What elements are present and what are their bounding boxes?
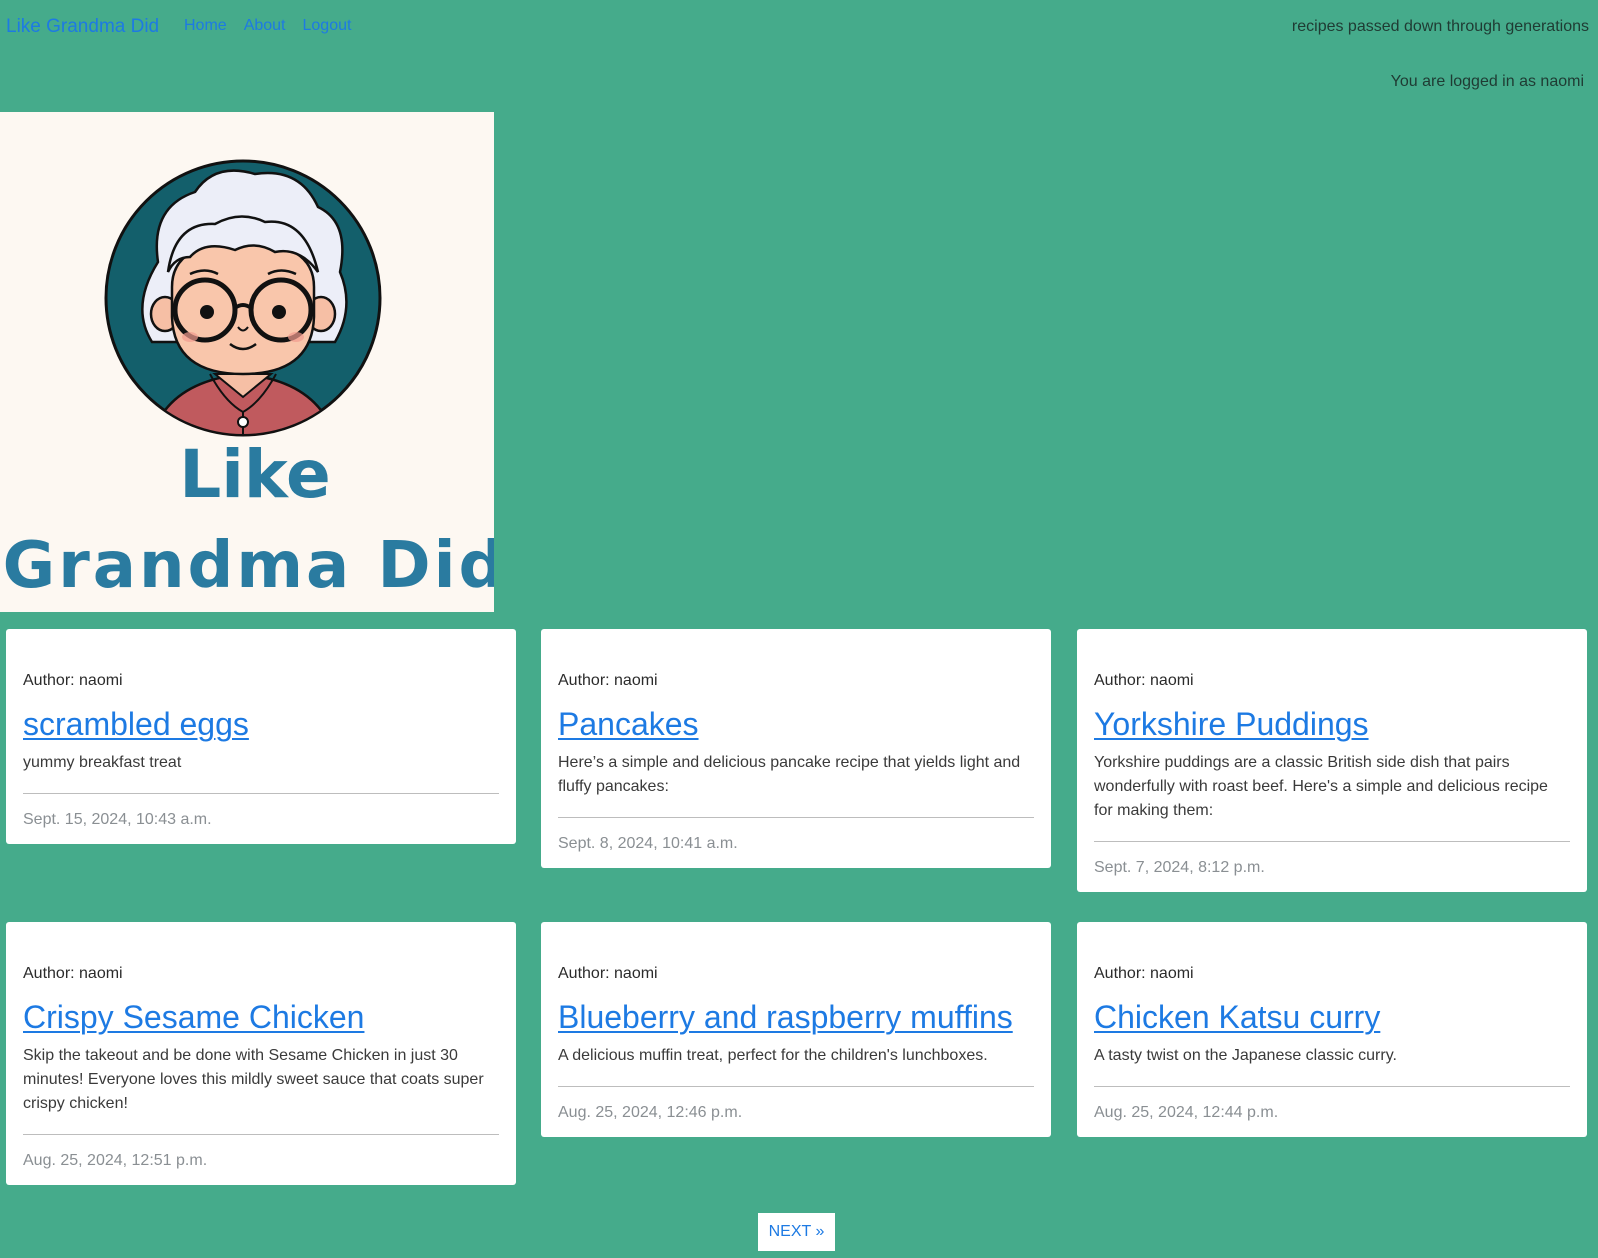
recipe-card: Author: naomi scrambled eggs yummy break…	[6, 629, 516, 844]
logo-text-line1: Like	[179, 436, 331, 513]
recipe-description: Here’s a simple and delicious pancake re…	[558, 754, 1021, 795]
recipe-date: Aug. 25, 2024, 12:44 p.m.	[1094, 1104, 1279, 1121]
recipe-title-link[interactable]: Chicken Katsu curry	[1094, 998, 1380, 1036]
recipe-author: Author: naomi	[558, 672, 658, 689]
card-divider	[558, 817, 1034, 818]
recipe-description: A tasty twist on the Japanese classic cu…	[1094, 1047, 1397, 1064]
recipe-date: Sept. 15, 2024, 10:43 a.m.	[23, 811, 212, 828]
next-page-button[interactable]: NEXT »	[758, 1213, 835, 1251]
recipe-author: Author: naomi	[23, 965, 123, 982]
nav-about-link[interactable]: About	[244, 17, 286, 35]
recipe-description: Yorkshire puddings are a classic British…	[1094, 754, 1548, 819]
recipe-title-link[interactable]: Pancakes	[558, 705, 699, 743]
card-divider	[1094, 1086, 1570, 1087]
brand-link[interactable]: Like Grandma Did	[6, 16, 159, 38]
recipe-author: Author: naomi	[558, 965, 658, 982]
recipe-date: Sept. 8, 2024, 10:41 a.m.	[558, 835, 738, 852]
card-divider	[23, 1134, 499, 1135]
recipe-card: Author: naomi Chicken Katsu curry A tast…	[1077, 922, 1587, 1137]
recipe-card: Author: naomi Yorkshire Puddings Yorkshi…	[1077, 629, 1587, 892]
card-divider	[1094, 841, 1570, 842]
recipe-description: Skip the takeout and be done with Sesame…	[23, 1047, 484, 1112]
recipe-author: Author: naomi	[1094, 965, 1194, 982]
recipe-card: Author: naomi Pancakes Here’s a simple a…	[541, 629, 1051, 868]
recipe-description: A delicious muffin treat, perfect for th…	[558, 1047, 988, 1064]
recipe-card: Author: naomi Blueberry and raspberry mu…	[541, 922, 1051, 1137]
recipe-title-link[interactable]: Crispy Sesame Chicken	[23, 998, 364, 1036]
recipe-title-link[interactable]: Yorkshire Puddings	[1094, 705, 1369, 743]
recipe-title-link[interactable]: scrambled eggs	[23, 705, 249, 743]
login-status: You are logged in as naomi	[1390, 73, 1584, 90]
recipe-date: Aug. 25, 2024, 12:51 p.m.	[23, 1152, 208, 1169]
nav-home-link[interactable]: Home	[184, 17, 227, 35]
site-tagline: recipes passed down through generations	[1291, 18, 1589, 35]
logo-text-line2: Grandma Did	[3, 529, 494, 603]
navbar: Like Grandma Did Home About Logout recip…	[0, 0, 1598, 56]
recipe-date: Aug. 25, 2024, 12:46 p.m.	[558, 1104, 743, 1121]
recipe-author: Author: naomi	[23, 672, 123, 689]
hero-logo-banner: Like Grandma Did	[0, 112, 494, 612]
recipe-date: Sept. 7, 2024, 8:12 p.m.	[1094, 859, 1265, 876]
card-divider	[23, 793, 499, 794]
grandma-logo-image: Like Grandma Did	[3, 159, 494, 603]
nav-links: Home About Logout	[184, 17, 351, 35]
recipe-title-link[interactable]: Blueberry and raspberry muffins	[558, 998, 1013, 1036]
recipe-description: yummy breakfast treat	[23, 754, 182, 771]
recipe-author: Author: naomi	[1094, 672, 1194, 689]
card-divider	[558, 1086, 1034, 1087]
nav-logout-link[interactable]: Logout	[303, 17, 352, 35]
recipe-card: Author: naomi Crispy Sesame Chicken Skip…	[6, 922, 516, 1185]
